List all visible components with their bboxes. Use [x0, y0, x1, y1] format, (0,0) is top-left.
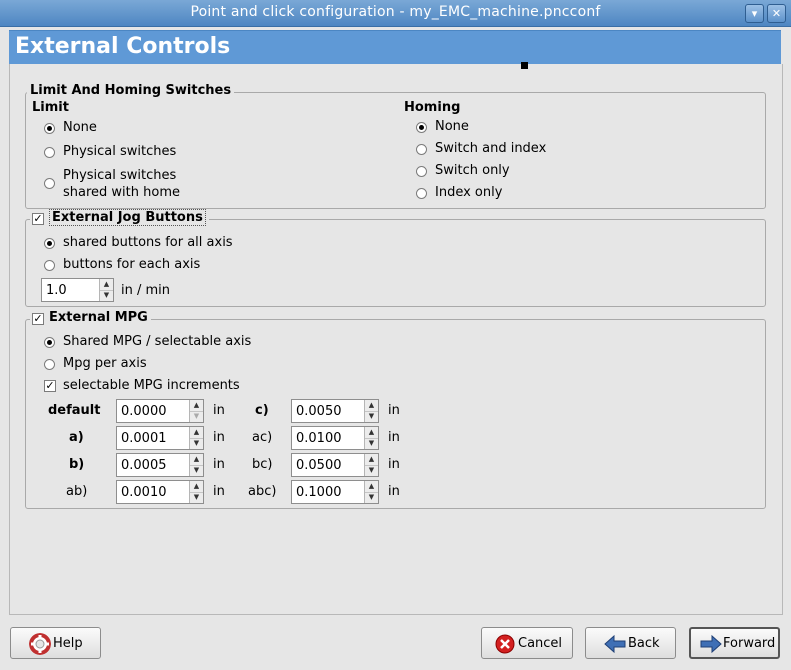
limit-none-label[interactable]: None [63, 120, 97, 135]
spin-down-icon[interactable]: ▼ [190, 411, 203, 422]
inc-ab-spinbox[interactable]: 0.0010 ▲ ▼ [116, 480, 204, 504]
mpg-per-axis-radio[interactable] [44, 359, 55, 370]
spin-down-icon[interactable]: ▼ [365, 411, 378, 422]
mpg-enable-checkbox[interactable]: ✓ [32, 313, 44, 325]
back-button[interactable]: Back [585, 627, 676, 659]
help-button[interactable]: Help [10, 627, 101, 659]
homing-index-only-label[interactable]: Index only [435, 185, 502, 200]
cancel-icon [495, 634, 515, 654]
inc-unit: in [213, 403, 225, 418]
mpg-legend[interactable]: External MPG [49, 310, 148, 325]
cursor-marker [521, 62, 528, 69]
limit-physical-radio[interactable] [44, 147, 55, 158]
window-titlebar: Point and click configuration - my_EMC_m… [0, 0, 791, 27]
inc-ac-value: 0.0100 [296, 431, 342, 446]
inc-default-value: 0.0000 [121, 404, 167, 419]
inc-c-value: 0.0050 [296, 404, 342, 419]
spin-down-icon[interactable]: ▼ [190, 465, 203, 476]
help-label: Help [53, 636, 83, 651]
inc-ac-spinbox[interactable]: 0.0100 ▲ ▼ [291, 426, 379, 450]
inc-unit: in [213, 484, 225, 499]
jog-each-label[interactable]: buttons for each axis [63, 257, 200, 272]
arrow-left-icon [604, 634, 626, 654]
inc-label-bc: bc) [252, 457, 273, 472]
inc-unit: in [388, 403, 400, 418]
inc-unit: in [213, 430, 225, 445]
page-header: External Controls [9, 30, 781, 65]
limit-shared-label-line2[interactable]: shared with home [63, 185, 180, 200]
inc-unit: in [213, 457, 225, 472]
spin-down-icon[interactable]: ▼ [190, 438, 203, 449]
limit-heading: Limit [32, 100, 69, 115]
homing-switch-index-radio[interactable] [416, 144, 427, 155]
lifebuoy-icon [29, 633, 51, 655]
inc-abc-value: 0.1000 [296, 485, 342, 500]
limit-none-radio[interactable] [44, 123, 55, 134]
mpg-shared-label[interactable]: Shared MPG / selectable axis [63, 334, 251, 349]
homing-none-label[interactable]: None [435, 119, 469, 134]
minimize-button[interactable]: ▾ [745, 4, 764, 23]
inc-b-value: 0.0005 [121, 458, 167, 473]
mpg-increments-checkbox[interactable]: ✓ [44, 380, 56, 392]
forward-button[interactable]: Forward [689, 627, 780, 659]
homing-none-radio[interactable] [416, 122, 427, 133]
inc-a-spinbox[interactable]: 0.0001 ▲ ▼ [116, 426, 204, 450]
inc-a-value: 0.0001 [121, 431, 167, 446]
jog-enable-checkbox[interactable]: ✓ [32, 213, 44, 225]
inc-label-abc: abc) [248, 484, 277, 499]
back-label: Back [628, 636, 660, 651]
spin-down-icon[interactable]: ▼ [100, 290, 113, 301]
limit-homing-legend: Limit And Homing Switches [27, 83, 235, 98]
jog-speed-spinbox[interactable]: 1.0 ▲ ▼ [41, 278, 114, 302]
homing-index-only-radio[interactable] [416, 188, 427, 199]
cancel-button[interactable]: Cancel [481, 627, 573, 659]
inc-unit: in [388, 484, 400, 499]
spin-down-icon[interactable]: ▼ [190, 492, 203, 503]
inc-bc-value: 0.0500 [296, 458, 342, 473]
jog-speed-unit: in / min [121, 283, 171, 298]
spin-down-icon[interactable]: ▼ [365, 492, 378, 503]
jog-legend-wrap: ✓ External Jog Buttons [30, 209, 209, 226]
homing-switch-index-label[interactable]: Switch and index [435, 141, 546, 156]
inc-default-spinbox[interactable]: 0.0000 ▲ ▼ [116, 399, 204, 423]
homing-switch-only-radio[interactable] [416, 166, 427, 177]
limit-physical-label[interactable]: Physical switches [63, 144, 176, 159]
jog-speed-value: 1.0 [46, 283, 67, 298]
arrow-right-icon [700, 634, 722, 654]
jog-shared-label[interactable]: shared buttons for all axis [63, 235, 233, 250]
inc-label-default: default [48, 403, 101, 418]
mpg-shared-radio[interactable] [44, 337, 55, 348]
close-button[interactable]: ✕ [767, 4, 786, 23]
page-title: External Controls [15, 34, 231, 59]
jog-shared-radio[interactable] [44, 238, 55, 249]
spin-down-icon[interactable]: ▼ [365, 438, 378, 449]
inc-label-c: c) [255, 403, 269, 418]
inc-label-ac: ac) [252, 430, 273, 445]
window-title: Point and click configuration - my_EMC_m… [190, 4, 601, 20]
homing-heading: Homing [404, 100, 461, 115]
inc-abc-spinbox[interactable]: 0.1000 ▲ ▼ [291, 480, 379, 504]
forward-label: Forward [723, 636, 776, 651]
jog-legend[interactable]: External Jog Buttons [49, 209, 206, 226]
spin-down-icon[interactable]: ▼ [365, 465, 378, 476]
inc-label-ab: ab) [66, 484, 88, 499]
homing-switch-only-label[interactable]: Switch only [435, 163, 510, 178]
cancel-label: Cancel [518, 636, 563, 651]
jog-each-radio[interactable] [44, 260, 55, 271]
inc-unit: in [388, 430, 400, 445]
limit-shared-radio[interactable] [44, 178, 55, 189]
inc-label-b: b) [69, 457, 85, 472]
mpg-per-axis-label[interactable]: Mpg per axis [63, 356, 147, 371]
inc-bc-spinbox[interactable]: 0.0500 ▲ ▼ [291, 453, 379, 477]
inc-unit: in [388, 457, 400, 472]
inc-b-spinbox[interactable]: 0.0005 ▲ ▼ [116, 453, 204, 477]
limit-shared-label-line1[interactable]: Physical switches [63, 168, 176, 183]
mpg-legend-wrap: ✓ External MPG [30, 310, 151, 325]
mpg-increments-label[interactable]: selectable MPG increments [63, 378, 240, 393]
inc-label-a: a) [69, 430, 84, 445]
inc-c-spinbox[interactable]: 0.0050 ▲ ▼ [291, 399, 379, 423]
inc-ab-value: 0.0010 [121, 485, 167, 500]
